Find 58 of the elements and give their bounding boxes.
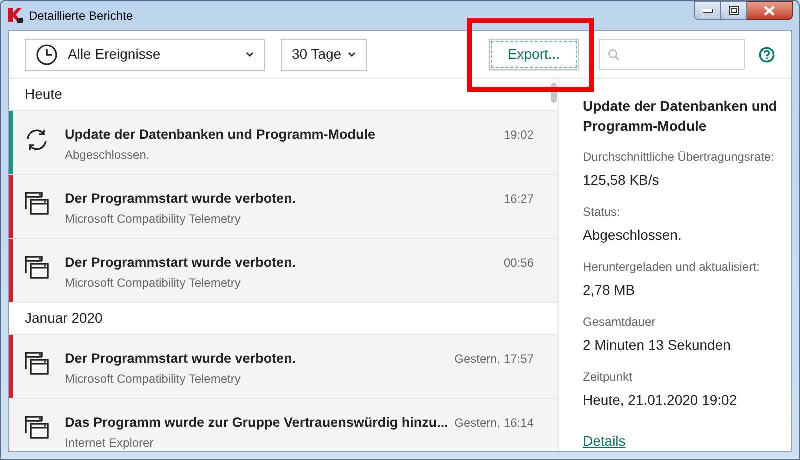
export-button[interactable]: Export... [489, 39, 579, 70]
field-label: Durchschnittliche Übertragungsrate: [583, 149, 776, 166]
event-time: Gestern, 17:57 [454, 351, 534, 368]
field-label: Gesamtdauer [583, 314, 657, 331]
period-filter-dropdown[interactable]: 30 Tage [281, 38, 367, 70]
dropdown-value: 30 Tage [292, 45, 342, 64]
event-filter-dropdown[interactable]: Alle Ereignisse [25, 38, 265, 70]
search-icon [608, 48, 620, 60]
windows-stack-icon [25, 256, 49, 280]
close-icon [764, 6, 775, 16]
event-subtitle: Microsoft Compatibility Telemetry [65, 275, 242, 292]
event-time: 00:56 [504, 255, 534, 272]
close-button[interactable] [747, 1, 793, 20]
field-label: Heruntergeladen und aktualisiert: [583, 259, 761, 276]
minimize-icon [702, 8, 712, 12]
windows-stack-icon [25, 192, 49, 216]
field-value: 125,58 KB/s [583, 171, 660, 190]
help-icon[interactable] [759, 46, 775, 62]
event-title: Der Programmstart wurde verboten. [65, 350, 298, 368]
event-row[interactable]: Der Programmstart wurde verboten. Microsoft Compatibility Telemetry 16:27 [9, 175, 558, 239]
event-row[interactable]: Das Programm wurde zur Gruppe Vertrauenswürdig hinzu... Internet Explorer Gestern, 16:14 [9, 399, 558, 451]
field-value: Heute, 21.01.2020 19:02 [583, 391, 738, 410]
event-title: Der Programmstart wurde verboten. [65, 254, 298, 272]
window-title: Detaillierte Berichte [29, 8, 134, 25]
event-row[interactable]: Update der Datenbanken und Programm-Module Abgeschlossen. 19:02 [9, 111, 558, 175]
event-time: Gestern, 16:14 [454, 415, 534, 432]
windows-stack-icon [25, 352, 49, 376]
event-title: Update der Datenbanken und Programm-Module [65, 126, 377, 144]
event-title: Das Programm wurde zur Gruppe Vertrauenswürdig hinzu... [65, 414, 447, 432]
event-row[interactable]: Der Programmstart wurde verboten. Microsoft Compatibility Telemetry 00:56 [9, 239, 558, 303]
field-value: Abgeschlossen. [583, 226, 683, 245]
sync-icon [25, 128, 49, 152]
group-header: Heute [25, 85, 62, 104]
app-logo-icon [7, 7, 23, 23]
event-time: 16:27 [504, 191, 534, 208]
event-title: Der Programmstart wurde verboten. [65, 190, 298, 208]
maximize-icon [728, 6, 738, 15]
minimize-button[interactable] [694, 1, 721, 20]
group-header: Januar 2020 [25, 309, 103, 328]
chevron-down-icon [348, 52, 356, 57]
event-time: 19:02 [504, 127, 534, 144]
field-value: 2,78 MB [583, 281, 636, 300]
dropdown-value: Alle Ereignisse [68, 45, 161, 64]
event-subtitle: Abgeschlossen. [65, 147, 151, 164]
event-subtitle: Internet Explorer [65, 435, 155, 451]
field-label: Status: [583, 204, 622, 221]
field-value: 2 Minuten 13 Sekunden [583, 336, 732, 355]
search-field[interactable] [599, 39, 745, 70]
event-subtitle: Microsoft Compatibility Telemetry [65, 211, 242, 228]
details-title: Update der Datenbanken und Programm-Module [583, 97, 778, 136]
clock-icon [36, 44, 58, 66]
event-row[interactable]: Der Programmstart wurde verboten. Microsoft Compatibility Telemetry Gestern, 17:57 [9, 335, 558, 399]
maximize-button[interactable] [721, 1, 747, 20]
details-link[interactable]: Details [583, 431, 626, 451]
windows-stack-icon [25, 416, 49, 440]
chevron-down-icon [246, 52, 254, 57]
field-label: Zeitpunkt [583, 369, 634, 386]
event-subtitle: Microsoft Compatibility Telemetry [65, 371, 242, 388]
